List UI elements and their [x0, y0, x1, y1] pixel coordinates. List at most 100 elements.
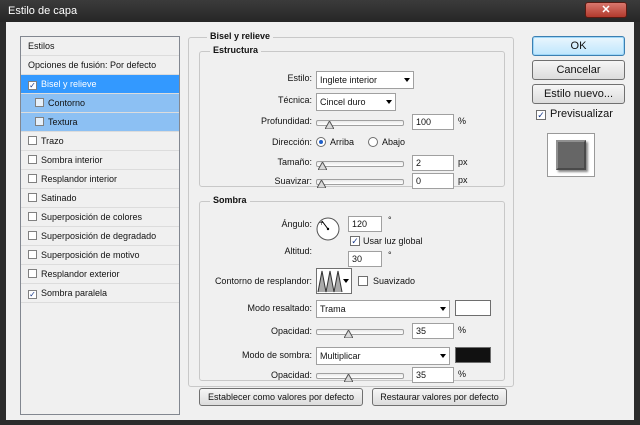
style-item-checkbox[interactable]	[28, 231, 37, 240]
style-item-checkbox[interactable]	[28, 193, 37, 202]
style-select[interactable]: Inglete interior	[316, 71, 414, 89]
style-label: Estilo:	[287, 73, 312, 83]
soften-label: Suavizar:	[274, 176, 312, 186]
bevel-emboss-group: Bisel y relieve Estructura Estilo: Ingle…	[188, 31, 514, 387]
shadow-opacity-input[interactable]: 35	[412, 367, 454, 383]
style-item-superposición-de-degradado[interactable]: Superposición de degradado	[21, 227, 179, 246]
chevron-down-icon	[343, 279, 349, 283]
highlight-opacity-input[interactable]: 35	[412, 323, 454, 339]
soften-unit: px	[458, 175, 468, 185]
style-item-checkbox[interactable]: ✓	[28, 81, 37, 90]
style-item-resplandor-interior[interactable]: Resplandor interior	[21, 170, 179, 189]
style-item-label: Trazo	[41, 136, 64, 146]
styles-header[interactable]: Estilos	[21, 37, 179, 56]
set-default-button[interactable]: Establecer como valores por defecto	[199, 388, 363, 406]
direction-down-radio[interactable]	[368, 137, 378, 147]
shading-group: Sombra Ángulo: + 120 ° ✓ Usar luz global…	[199, 195, 505, 383]
style-item-checkbox[interactable]	[35, 117, 44, 126]
style-item-sombra-paralela[interactable]: ✓ Sombra paralela	[21, 284, 179, 303]
technique-select-value: Cincel duro	[320, 97, 366, 107]
style-item-label: Contorno	[48, 98, 86, 108]
layer-style-dialog: Estilo de capa ✕ Estilos Opciones de fus…	[0, 0, 640, 425]
highlight-mode-label: Modo resaltado:	[247, 303, 312, 313]
soften-input[interactable]: 0	[412, 173, 454, 189]
shadow-opacity-slider[interactable]	[316, 373, 404, 382]
direction-up-label: Arriba	[330, 137, 355, 147]
technique-select[interactable]: Cincel duro	[316, 93, 396, 111]
direction-down-label: Abajo	[382, 137, 406, 147]
global-light-label: Usar luz global	[363, 236, 423, 246]
gloss-contour-picker[interactable]	[316, 268, 352, 294]
style-item-label: Textura	[48, 117, 78, 127]
blending-options-item[interactable]: Opciones de fusión: Por defecto	[21, 56, 179, 75]
size-input[interactable]: 2	[412, 155, 454, 171]
chevron-down-icon	[440, 354, 446, 358]
shadow-mode-select[interactable]: Multiplicar	[316, 347, 450, 365]
style-item-checkbox[interactable]	[28, 250, 37, 259]
style-item-resplandor-exterior[interactable]: Resplandor exterior	[21, 265, 179, 284]
depth-slider-thumb[interactable]	[325, 121, 334, 129]
preview-swatch	[556, 140, 586, 170]
antialias-checkbox[interactable]	[358, 276, 368, 286]
depth-slider[interactable]	[316, 120, 404, 129]
cancel-button[interactable]: Cancelar	[532, 60, 625, 80]
depth-unit: %	[458, 116, 467, 126]
highlight-mode-select[interactable]: Trama	[316, 300, 450, 318]
altitude-input[interactable]: 30	[348, 251, 382, 267]
chevron-down-icon	[404, 78, 410, 82]
style-item-checkbox[interactable]	[28, 136, 37, 145]
close-icon[interactable]: ✕	[585, 2, 627, 18]
style-item-superposición-de-colores[interactable]: Superposición de colores	[21, 208, 179, 227]
shadow-mode-value: Multiplicar	[320, 351, 361, 361]
style-item-label: Superposición de degradado	[41, 231, 157, 241]
bevel-group-title: Bisel y relieve	[207, 31, 274, 41]
ok-button[interactable]: OK	[532, 36, 625, 56]
new-style-button[interactable]: Estilo nuevo...	[532, 84, 625, 104]
global-light-checkbox[interactable]: ✓	[350, 236, 360, 246]
soften-slider[interactable]	[316, 179, 404, 188]
style-item-satinado[interactable]: Satinado	[21, 189, 179, 208]
size-slider-thumb[interactable]	[318, 162, 327, 170]
soften-slider-thumb[interactable]	[317, 180, 326, 188]
style-item-contorno[interactable]: Contorno	[21, 94, 179, 113]
style-item-trazo[interactable]: Trazo	[21, 132, 179, 151]
angle-unit: °	[388, 215, 392, 225]
shadow-opacity-label: Opacidad:	[270, 370, 312, 380]
altitude-unit: °	[388, 250, 392, 260]
chevron-down-icon	[440, 307, 446, 311]
style-item-checkbox[interactable]	[28, 212, 37, 221]
style-item-label: Sombra interior	[41, 155, 103, 165]
window-title: Estilo de capa	[8, 5, 78, 17]
antialias-label: Suavizado	[373, 276, 416, 286]
highlight-opacity-slider[interactable]	[316, 329, 404, 338]
reset-default-button[interactable]: Restaurar valores por defecto	[372, 388, 507, 406]
style-item-textura[interactable]: Textura	[21, 113, 179, 132]
style-item-checkbox[interactable]	[28, 269, 37, 278]
style-item-sombra-interior[interactable]: Sombra interior	[21, 151, 179, 170]
depth-input[interactable]: 100	[412, 114, 454, 130]
preview-checkbox[interactable]: ✓	[536, 110, 546, 120]
style-preview	[547, 133, 595, 177]
size-unit: px	[458, 157, 468, 167]
style-item-checkbox[interactable]	[28, 174, 37, 183]
style-item-bisel-y-relieve[interactable]: ✓ Bisel y relieve	[21, 75, 179, 94]
size-slider[interactable]	[316, 161, 404, 170]
angle-label: Ángulo:	[281, 219, 312, 229]
style-item-checkbox[interactable]	[35, 98, 44, 107]
shadow-color-swatch[interactable]	[455, 347, 491, 363]
angle-dial[interactable]: +	[316, 217, 340, 241]
structure-group: Estructura Estilo: Inglete interior Técn…	[199, 45, 505, 189]
style-item-label: Resplandor exterior	[41, 269, 120, 279]
direction-up-radio[interactable]	[316, 137, 326, 147]
style-item-checkbox[interactable]: ✓	[28, 290, 37, 299]
angle-input[interactable]: 120	[348, 216, 382, 232]
highlight-color-swatch[interactable]	[455, 300, 491, 316]
size-label: Tamaño:	[277, 157, 312, 167]
highlight-opacity-thumb[interactable]	[344, 330, 353, 338]
svg-text:+: +	[319, 220, 324, 227]
style-item-superposición-de-motivo[interactable]: Superposición de motivo	[21, 246, 179, 265]
technique-label: Técnica:	[277, 95, 312, 105]
shadow-opacity-thumb[interactable]	[344, 374, 353, 382]
style-item-checkbox[interactable]	[28, 155, 37, 164]
gloss-contour-label: Contorno de resplandor:	[214, 276, 312, 286]
